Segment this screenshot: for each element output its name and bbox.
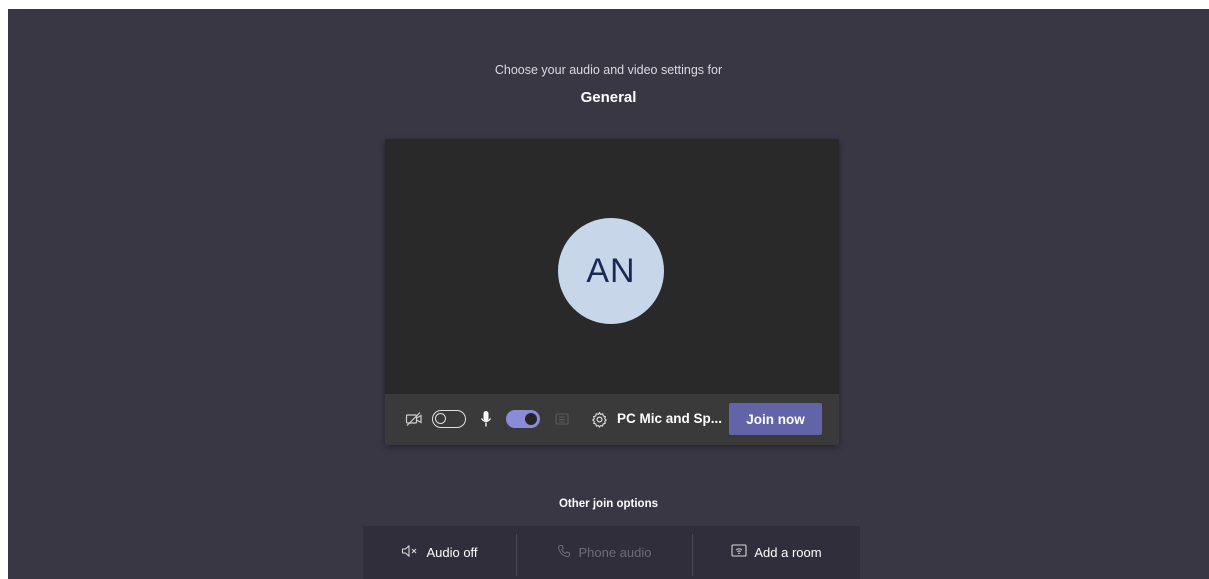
- camera-toggle-knob: [435, 413, 446, 424]
- microphone-icon: [479, 409, 493, 429]
- audio-off-label: Audio off: [426, 545, 478, 560]
- video-preview: AN PC Mic and Sp... Join now: [385, 139, 839, 445]
- background-effects-icon[interactable]: [554, 411, 570, 427]
- speaker-mute-icon: [401, 544, 419, 561]
- room-cast-icon: [731, 544, 747, 561]
- audio-device-label[interactable]: PC Mic and Sp...: [617, 411, 722, 426]
- add-room-label: Add a room: [754, 545, 822, 560]
- join-now-button[interactable]: Join now: [729, 403, 822, 435]
- phone-icon: [557, 544, 571, 561]
- microphone-toggle-knob: [525, 413, 537, 425]
- prejoin-screen: Choose your audio and video settings for…: [8, 9, 1209, 579]
- add-room-option[interactable]: Add a room: [693, 526, 860, 579]
- phone-audio-option: Phone audio: [517, 526, 692, 579]
- camera-toggle[interactable]: [432, 410, 466, 428]
- prejoin-subtitle: Choose your audio and video settings for: [494, 63, 723, 77]
- audio-off-option[interactable]: Audio off: [363, 526, 516, 579]
- phone-audio-label: Phone audio: [578, 545, 652, 560]
- device-controls-bar: PC Mic and Sp... Join now: [385, 394, 839, 445]
- other-join-options-bar: Audio off Phone audio Add a room: [363, 526, 860, 579]
- camera-off-icon: [404, 410, 424, 428]
- channel-title: General: [580, 89, 637, 106]
- avatar: AN: [558, 218, 664, 324]
- other-join-options-heading: Other join options: [558, 498, 659, 510]
- device-settings-icon[interactable]: [590, 410, 608, 428]
- microphone-toggle[interactable]: [506, 410, 540, 428]
